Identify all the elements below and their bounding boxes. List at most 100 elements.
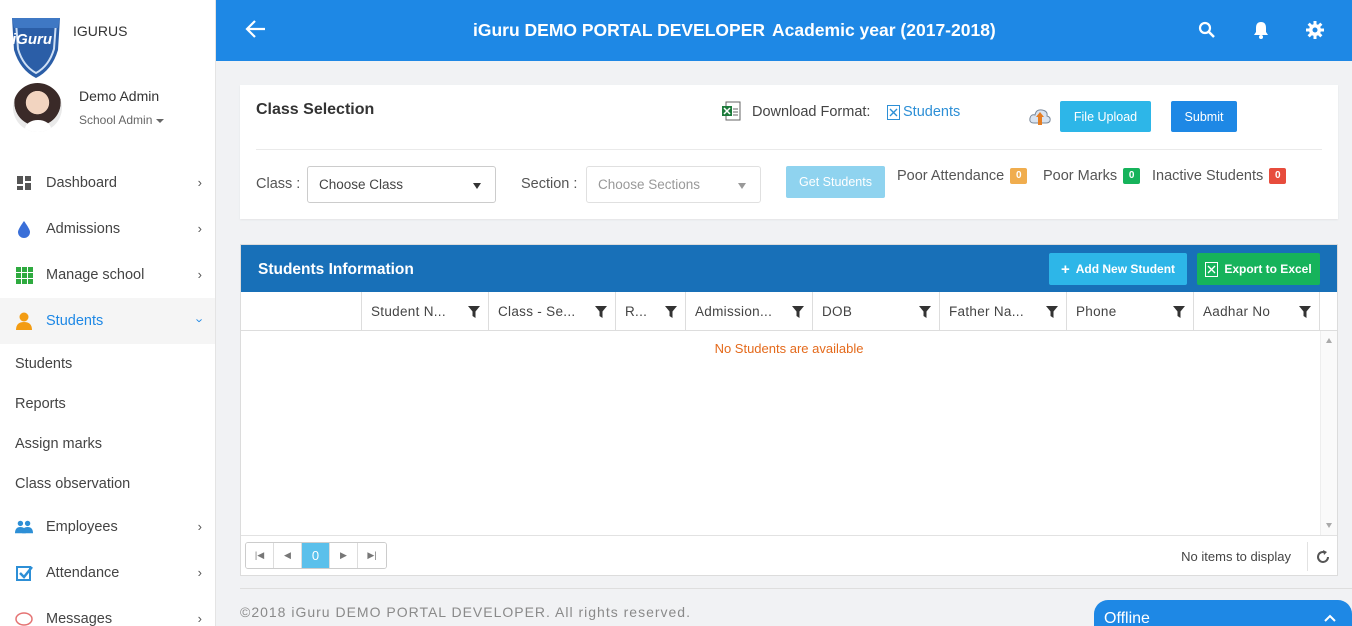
footer-copyright: ©2018 iGuru DEMO PORTAL DEVELOPER. All r… [240,604,691,620]
user-profile[interactable]: Demo Admin School Admin [0,80,215,140]
column-title: Class - Se... [498,304,576,319]
column-title: Admission... [695,304,773,319]
column-title: Aadhar No [1203,304,1271,319]
inactive-students-stat[interactable]: Inactive Students 0 [1152,168,1287,184]
sidebar-item-label: Messages [46,611,113,626]
divider [256,149,1322,150]
checkbox-icon [15,564,33,582]
filter-icon[interactable] [919,306,931,318]
subnav-item-class-observation[interactable]: Class observation [0,464,215,504]
excel-file-icon [1205,261,1219,277]
dashboard-icon [15,174,33,192]
filter-icon[interactable] [1299,306,1311,318]
students-subnav: Students Reports Assign marks Class obse… [0,344,215,504]
status-badge: 0 [1010,168,1028,184]
current-page[interactable]: 0 [302,543,330,568]
column-header-dob[interactable]: DOB [812,292,939,331]
avatar [13,83,62,132]
filter-icon[interactable] [468,306,480,318]
brand-name: IGURUS [73,23,128,39]
column-title: Phone [1076,304,1117,319]
class-selection-panel: Class Selection Download Format: Student… [240,85,1338,219]
chevron-down-icon: › [192,318,208,323]
drop-icon [15,220,33,238]
dropdown-arrow-icon [473,183,481,189]
subnav-item-reports[interactable]: Reports [0,384,215,424]
download-format-icon [722,101,741,121]
status-badge: 0 [1269,168,1287,184]
students-information-title: Students Information [258,261,414,278]
sidebar-item-attendance[interactable]: Attendance › [0,550,215,596]
filter-icon[interactable] [595,306,607,318]
sidebar-item-messages[interactable]: Messages › [0,596,215,626]
column-title: DOB [822,304,853,319]
column-header-father-name[interactable]: Father Na... [939,292,1066,331]
download-students-link[interactable]: Students [887,104,960,120]
sidebar-item-label: Admissions [46,221,121,237]
sidebar-item-admissions[interactable]: Admissions › [0,206,215,252]
academic-year: Academic year (2017-2018) [772,20,996,40]
export-to-excel-label: Export to Excel [1224,262,1312,276]
next-page-icon[interactable]: ▶ [330,543,358,568]
caret-down-icon [156,118,165,123]
gear-icon[interactable] [1306,21,1324,39]
column-header-class-section[interactable]: Class - Se... [488,292,615,331]
poor-attendance-stat[interactable]: Poor Attendance 0 [897,168,1028,184]
column-header-aadhar[interactable]: Aadhar No [1193,292,1320,331]
export-to-excel-button[interactable]: Export to Excel [1197,253,1320,285]
column-header-student-name[interactable]: Student N... [361,292,488,331]
filter-icon[interactable] [1173,306,1185,318]
offline-chat-widget[interactable]: Offline [1094,600,1352,626]
section-select[interactable]: Choose Sections [586,166,761,203]
sidebar-item-employees[interactable]: Employees › [0,504,215,550]
filter-icon[interactable] [1046,306,1058,318]
subnav-item-students[interactable]: Students [0,344,215,384]
prev-page-icon[interactable]: ◀ [274,543,302,568]
chevron-up-icon[interactable] [1324,613,1336,623]
refresh-button[interactable] [1307,542,1337,571]
sidebar-item-label: Employees [46,519,118,535]
no-items-label: No items to display [1181,549,1291,564]
grid-header: Student N... Class - Se... R... Admissio… [241,292,1337,331]
sidebar-item-manage-school[interactable]: Manage school › [0,252,215,298]
top-header: iGuru DEMO PORTAL DEVELOPER Academic yea… [216,0,1352,61]
get-students-button[interactable]: Get Students [786,166,885,198]
file-upload-button[interactable]: File Upload [1060,101,1151,132]
back-arrow-icon[interactable] [244,17,268,41]
poor-marks-stat[interactable]: Poor Marks 0 [1043,168,1141,184]
sidebar-item-dashboard[interactable]: Dashboard › [0,160,215,206]
bell-icon[interactable] [1252,21,1270,39]
sidebar-item-label: Dashboard [46,175,117,191]
add-new-student-label: Add New Student [1075,262,1176,276]
subnav-item-assign-marks[interactable]: Assign marks [0,424,215,464]
footer-divider [240,588,1352,589]
add-new-student-button[interactable]: + Add New Student [1049,253,1187,285]
column-title: Father Na... [949,304,1024,319]
column-header-phone[interactable]: Phone [1066,292,1193,331]
user-role-dropdown[interactable]: School Admin [79,113,165,127]
class-selection-title: Class Selection [256,101,375,118]
sidebar: iGuru IGURUS Demo Admin School Admin Das… [0,0,216,626]
sidebar-item-students[interactable]: Students › [0,298,215,344]
panel-header: Students Information + Add New Student E… [241,245,1337,292]
chevron-right-icon: › [197,611,202,626]
submit-button[interactable]: Submit [1171,101,1237,132]
last-page-icon[interactable]: ▶| [358,543,386,568]
filter-icon[interactable] [792,306,804,318]
scroll-down-icon[interactable] [1326,523,1332,528]
first-page-icon[interactable]: |◀ [246,543,274,568]
person-icon [15,312,33,330]
sidebar-item-label: Students [46,313,104,329]
filter-icon[interactable] [665,306,677,318]
group-icon [15,518,33,536]
vertical-scrollbar[interactable] [1320,331,1337,535]
plus-icon: + [1060,260,1070,278]
class-select[interactable]: Choose Class [307,166,496,203]
pager-buttons: |◀ ◀ 0 ▶ ▶| [245,542,387,569]
students-information-panel: Students Information + Add New Student E… [240,244,1338,576]
stat-label: Poor Marks [1043,168,1118,184]
scroll-up-icon[interactable] [1326,338,1332,343]
search-icon[interactable] [1198,21,1216,39]
column-header-admission[interactable]: Admission... [685,292,812,331]
column-header-roll[interactable]: R... [615,292,685,331]
